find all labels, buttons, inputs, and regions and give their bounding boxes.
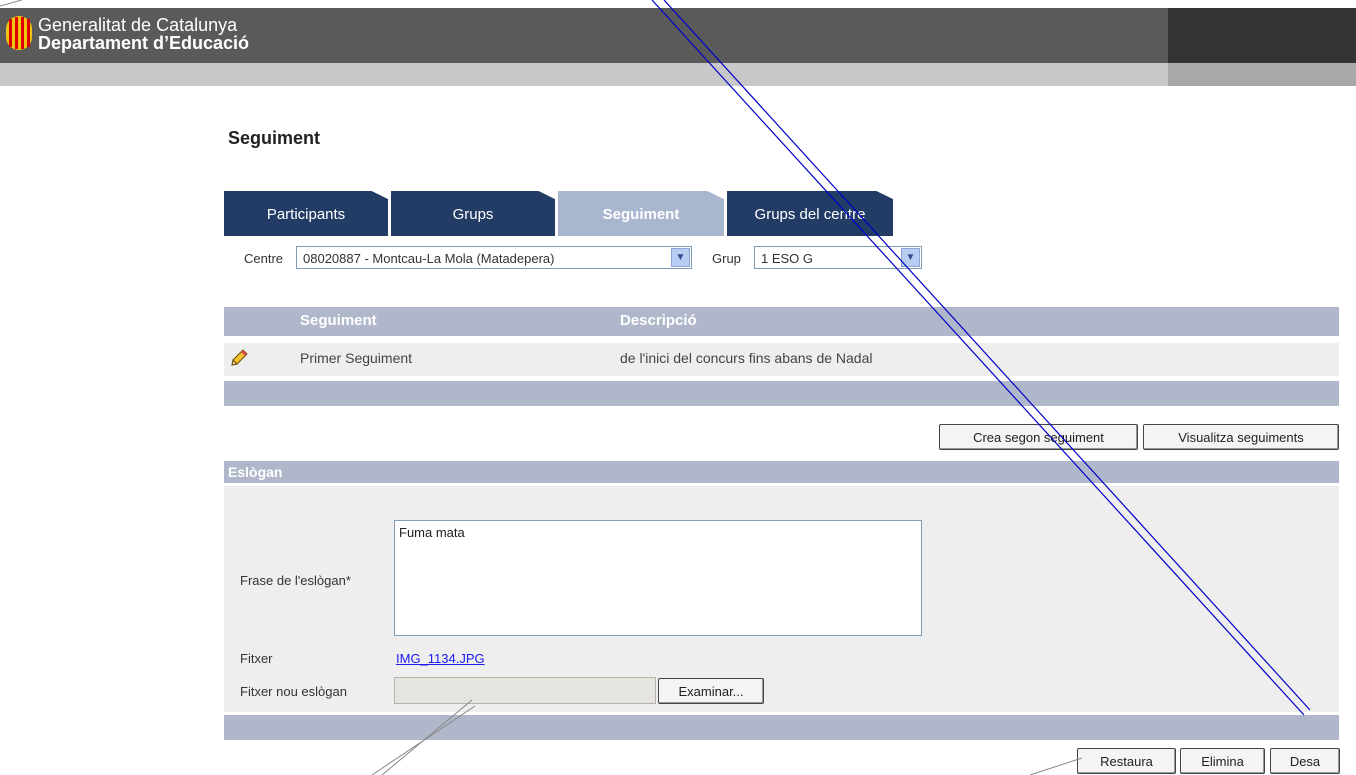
annotation-line — [663, 0, 1311, 711]
annotation-line — [651, 0, 1305, 716]
annotation-line — [1029, 757, 1083, 775]
annotation-line — [381, 699, 473, 775]
annotation-overlay — [0, 0, 1311, 775]
annotation-line — [0, 0, 23, 7]
